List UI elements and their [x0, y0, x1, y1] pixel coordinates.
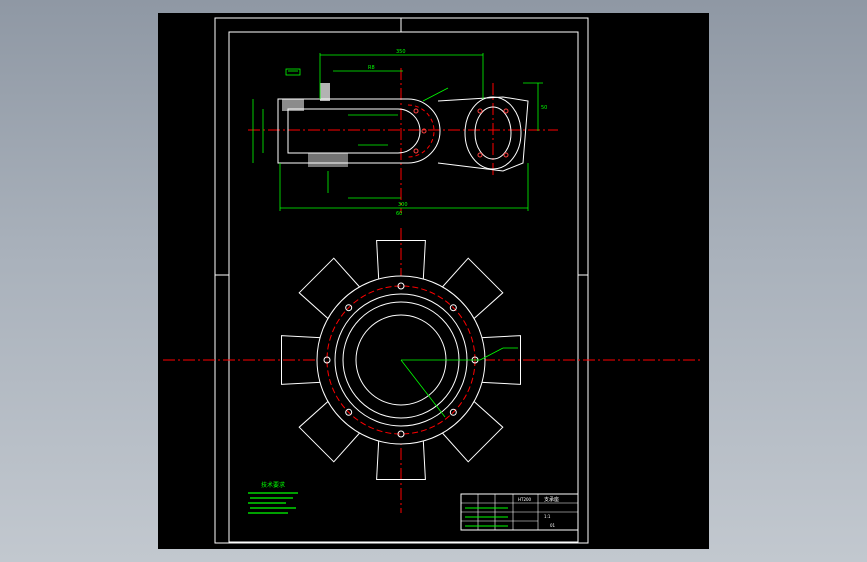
bolt-hole	[503, 152, 509, 158]
title-block: 支承座 HT200 1:1 01	[460, 493, 579, 531]
bolt-hole	[413, 148, 419, 154]
cad-viewer: 350 R8 300 50 60 技术要求 支承座 HT200 1:1 01	[0, 0, 867, 562]
bolt-hole	[477, 108, 483, 114]
hatch-area	[282, 99, 304, 111]
material: HT200	[518, 497, 532, 502]
part-name: 支承座	[544, 496, 559, 503]
dim-side-height: 50	[541, 105, 547, 111]
dim-bottom-length: 300	[398, 202, 408, 208]
section-view: 350 R8 300 50 60	[248, 49, 558, 217]
drawing-number: 01	[550, 523, 556, 528]
hatch-area	[308, 153, 348, 167]
hatch-area	[320, 83, 330, 101]
drawing-canvas[interactable]: 350 R8 300 50 60 技术要求 支承座 HT200 1:1 01	[158, 13, 709, 549]
scale: 1:1	[544, 514, 551, 519]
dim-center-mark: 60	[396, 211, 402, 217]
bolt-hole	[503, 108, 509, 114]
front-view	[163, 228, 703, 513]
dimension-set	[252, 53, 543, 211]
dim-overall-length: 350	[396, 49, 406, 55]
title-block-entries	[465, 507, 508, 527]
technical-notes: 技术要求	[248, 481, 298, 514]
arm-outline	[437, 96, 529, 172]
bolt-hole	[477, 152, 483, 158]
body-inner	[287, 108, 421, 154]
bolt-circle-arc	[407, 104, 435, 158]
dimension-labels: 350 R8 300 50 60	[368, 49, 547, 217]
notes-heading: 技术要求	[261, 481, 285, 489]
drawing-svg: 350 R8 300 50 60 技术要求 支承座 HT200 1:1 01	[163, 17, 703, 544]
notes-lines	[248, 492, 298, 514]
bolt-hole	[413, 108, 419, 114]
dim-top-offset: R8	[368, 65, 375, 71]
